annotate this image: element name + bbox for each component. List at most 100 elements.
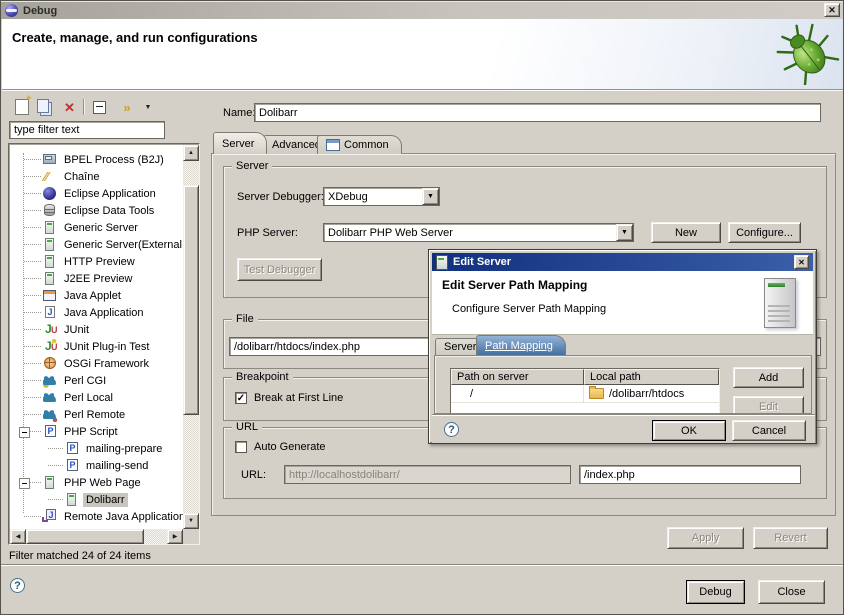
dialog-close-button[interactable]: ✕ xyxy=(794,255,809,269)
server-icon xyxy=(42,220,59,235)
tree-item-dolibarr[interactable]: Dolibarr xyxy=(10,491,183,508)
server-icon xyxy=(42,271,59,286)
filter-icon: » xyxy=(123,100,130,115)
dialog-tab-path-mapping[interactable]: Path Mapping xyxy=(476,335,566,355)
chevron-down-icon: ▼ xyxy=(145,104,152,111)
window-close-button[interactable]: ✕ xyxy=(824,3,840,17)
dialog-title: Edit Server xyxy=(453,256,511,268)
filter-menu-dropdown[interactable]: ▼ xyxy=(142,97,154,117)
scroll-right-button[interactable]: ▶ xyxy=(167,529,183,544)
duplicate-icon xyxy=(37,99,49,113)
tree-item-php-script[interactable]: PHP Script xyxy=(10,423,183,440)
tree-item-mailing-prepare[interactable]: mailing-prepare xyxy=(10,440,183,457)
tree-item-j2ee-preview[interactable]: J2EE Preview xyxy=(10,270,183,287)
dialog-help-button[interactable]: ? xyxy=(444,422,459,437)
name-input[interactable]: Dolibarr xyxy=(254,103,821,122)
mapping-row[interactable]: //dolibarr/htdocs xyxy=(451,385,719,403)
new-config-icon xyxy=(15,99,29,115)
server-icon xyxy=(64,492,81,507)
delete-configuration-button[interactable]: ✕ xyxy=(58,97,81,117)
junit-icon xyxy=(42,322,59,337)
new-configuration-button[interactable] xyxy=(10,97,33,117)
edit-server-dialog: Edit Server ✕ Edit Server Path Mapping C… xyxy=(428,249,817,444)
column-path-on-server[interactable]: Path on server xyxy=(451,369,584,385)
path-mapping-tab-content: Path on server Local path //dolibarr/htd… xyxy=(434,355,812,414)
collapse-all-button[interactable] xyxy=(88,97,111,117)
remote-java-icon xyxy=(42,509,59,524)
server-icon xyxy=(436,255,448,270)
eclipse-logo-icon xyxy=(5,4,18,17)
tree-item-generic-server[interactable]: Generic Server xyxy=(10,219,183,236)
ok-button[interactable]: OK xyxy=(652,420,726,441)
tree-item-eclipse-data-tools[interactable]: Eclipse Data Tools xyxy=(10,202,183,219)
config-tree-rows: BPEL Process (B2J)ChaîneEclipse Applicat… xyxy=(10,145,183,529)
tree-item-remote-java-application[interactable]: Remote Java Application xyxy=(10,508,183,525)
tree-item-cha-ne[interactable]: Chaîne xyxy=(10,168,183,185)
footer-separator xyxy=(1,564,844,566)
type-filter-input[interactable]: type filter text xyxy=(9,121,165,139)
tree-item-eclipse-application[interactable]: Eclipse Application xyxy=(10,185,183,202)
filter-configurations-button[interactable]: » xyxy=(112,97,142,117)
name-label: Name: xyxy=(223,107,255,119)
tree-item-junit-plug-in-test[interactable]: JUnit Plug-in Test xyxy=(10,338,183,355)
dialog-subheading: Configure Server Path Mapping xyxy=(452,303,606,315)
tree-item-http-preview[interactable]: HTTP Preview xyxy=(10,253,183,270)
configurations-tree-panel: BPEL Process (B2J)ChaîneEclipse Applicat… xyxy=(8,143,200,545)
dialog-heading: Edit Server Path Mapping xyxy=(442,278,587,292)
tree-horizontal-scrollbar[interactable]: ◀ ▶ xyxy=(10,529,183,544)
tree-item-bpel-process-b2j[interactable]: BPEL Process (B2J) xyxy=(10,151,183,168)
tree-item-generic-server-external-la[interactable]: Generic Server(External La xyxy=(10,236,183,253)
bug-image xyxy=(776,19,840,85)
collapse-all-icon xyxy=(93,101,106,114)
mapping-table-body: //dolibarr/htdocs xyxy=(451,385,719,403)
add-mapping-button[interactable]: Add xyxy=(733,367,804,388)
edit-mapping-button: Edit xyxy=(733,396,804,414)
java-icon xyxy=(42,305,59,320)
collapse-expander-icon[interactable] xyxy=(19,478,30,489)
duplicate-configuration-button[interactable] xyxy=(34,97,57,117)
window-title: Debug xyxy=(23,5,57,17)
column-local-path[interactable]: Local path xyxy=(584,369,719,385)
tree-item-java-application[interactable]: Java Application xyxy=(10,304,183,321)
vertical-scroll-thumb[interactable] xyxy=(183,185,199,415)
tree-item-java-applet[interactable]: Java Applet xyxy=(10,287,183,304)
server-icon xyxy=(42,237,59,252)
help-button[interactable]: ? xyxy=(10,578,25,593)
php-icon xyxy=(42,424,59,439)
junit-plugin-icon xyxy=(42,339,59,354)
server-icon xyxy=(42,254,59,269)
delete-icon: ✕ xyxy=(64,101,75,114)
cancel-button[interactable]: Cancel xyxy=(732,420,806,441)
tree-item-mailing-send[interactable]: mailing-send xyxy=(10,457,183,474)
eclipse-icon xyxy=(42,186,59,201)
scroll-left-button[interactable]: ◀ xyxy=(10,529,26,544)
osgi-icon xyxy=(42,356,59,371)
applet-icon xyxy=(42,288,59,303)
folder-icon xyxy=(589,388,604,399)
tab-server[interactable]: Server xyxy=(213,132,267,154)
horizontal-scroll-thumb[interactable] xyxy=(26,529,144,544)
header-banner: Create, manage, and run configurations xyxy=(2,19,844,90)
tab-common[interactable]: Common xyxy=(317,135,402,154)
scroll-down-button[interactable]: ▼ xyxy=(183,513,199,529)
process-icon xyxy=(42,152,59,167)
tree-vertical-scrollbar[interactable]: ▲ ▼ xyxy=(183,145,199,529)
keys-icon xyxy=(42,169,59,184)
tree-item-perl-cgi[interactable]: Perl CGI xyxy=(10,372,183,389)
dialog-button-bar: ? OK Cancel xyxy=(432,414,815,443)
server-icon xyxy=(42,475,59,490)
debug-button[interactable]: Debug xyxy=(686,580,745,604)
perl-cgi-icon xyxy=(42,373,59,388)
tree-item-php-web-page[interactable]: PHP Web Page xyxy=(10,474,183,491)
close-button[interactable]: Close xyxy=(758,580,825,604)
common-tab-icon xyxy=(326,139,340,151)
revert-button: Revert xyxy=(753,527,828,549)
tree-item-perl-local[interactable]: Perl Local xyxy=(10,389,183,406)
collapse-expander-icon[interactable] xyxy=(19,427,30,438)
tree-item-junit[interactable]: JUnit xyxy=(10,321,183,338)
tree-item-osgi-framework[interactable]: OSGi Framework xyxy=(10,355,183,372)
tree-item-perl-remote[interactable]: Perl Remote xyxy=(10,406,183,423)
scroll-up-button[interactable]: ▲ xyxy=(183,145,199,161)
database-icon xyxy=(42,203,59,218)
apply-button: Apply xyxy=(667,527,744,549)
